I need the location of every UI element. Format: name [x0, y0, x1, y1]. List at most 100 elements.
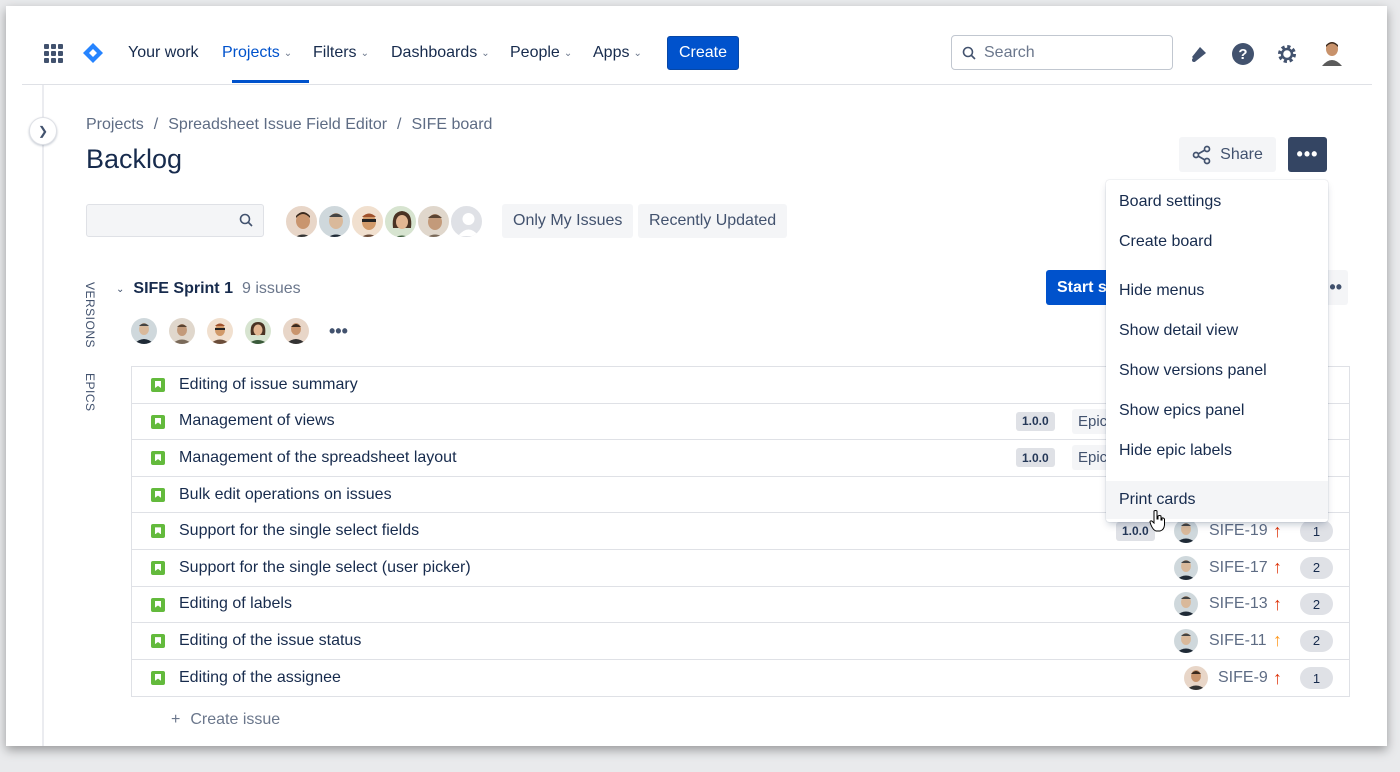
- nav-apps[interactable]: Apps ⌄: [593, 44, 642, 62]
- chevron-down-icon: ⌄: [360, 47, 369, 59]
- story-icon: [151, 634, 165, 649]
- page-title: Backlog: [86, 144, 183, 174]
- sidebar-rail: [42, 85, 44, 746]
- issue-summary: Editing of issue summary: [179, 375, 358, 393]
- assignee-avatar[interactable]: [1174, 555, 1198, 580]
- menu-item-board-settings[interactable]: Board settings: [1106, 183, 1328, 221]
- assignee-avatar[interactable]: [317, 204, 352, 239]
- issue-summary: Support for the single select fields: [179, 522, 420, 540]
- search-input[interactable]: Search: [951, 35, 1173, 70]
- create-issue-link[interactable]: + Create issue: [171, 711, 280, 729]
- menu-item-show-detail-view[interactable]: Show detail view: [1106, 312, 1328, 350]
- nav-your-work[interactable]: Your work: [128, 44, 199, 62]
- assignee-avatar[interactable]: [350, 204, 385, 239]
- issue-row[interactable]: Support for the single select (user pick…: [132, 550, 1349, 587]
- chevron-right-icon: ❯: [37, 124, 49, 138]
- menu-item-hide-menus[interactable]: Hide menus: [1106, 272, 1328, 310]
- issue-row[interactable]: Editing of the assignee SIFE-9 ↑ 1: [132, 660, 1349, 697]
- menu-item-show-epics-panel[interactable]: Show epics panel: [1106, 392, 1328, 430]
- sprint-name: SIFE Sprint 1: [133, 280, 233, 297]
- unassigned-avatar[interactable]: [449, 204, 484, 239]
- assignee-avatar[interactable]: [283, 318, 309, 344]
- issue-key[interactable]: SIFE-11: [1209, 632, 1267, 650]
- issue-summary: Management of the spreadsheet layout: [179, 448, 457, 466]
- help-icon[interactable]: ?: [1231, 42, 1255, 66]
- assignee-avatar[interactable]: [1174, 519, 1198, 544]
- plus-icon: +: [171, 711, 181, 728]
- top-navigation: Your work Projects ⌄ Filters ⌄ Dashboards ⌄…: [22, 6, 1372, 85]
- issue-summary: Bulk edit operations on issues: [179, 485, 392, 503]
- priority-high-icon: ↑: [1273, 667, 1282, 688]
- menu-item-show-versions-panel[interactable]: Show versions panel: [1106, 352, 1328, 390]
- more-icon: ••: [1329, 277, 1342, 297]
- assignee-avatar[interactable]: [207, 318, 233, 344]
- nav-people[interactable]: People ⌄: [510, 44, 572, 62]
- issue-summary: Editing of the assignee: [179, 669, 341, 687]
- assignee-filter: [284, 204, 484, 239]
- assignee-avatar[interactable]: [169, 318, 195, 344]
- chevron-down-icon[interactable]: ⌄: [116, 284, 124, 295]
- assignee-avatar[interactable]: [1174, 628, 1198, 653]
- assignee-avatar[interactable]: [284, 204, 319, 239]
- sprint-header: ⌄ SIFE Sprint 1 9 issues: [116, 280, 301, 298]
- issue-summary: Editing of labels: [179, 595, 292, 613]
- more-actions-button[interactable]: •••: [1288, 137, 1327, 172]
- create-button[interactable]: Create: [667, 36, 739, 70]
- menu-item-print-cards[interactable]: Print cards: [1106, 481, 1328, 519]
- more-icon: •••: [1296, 144, 1319, 164]
- priority-high-icon: ↑: [1273, 593, 1282, 614]
- board-search-input[interactable]: [86, 204, 264, 237]
- story-points-badge: 2: [1300, 629, 1333, 652]
- search-icon: [239, 213, 253, 227]
- app-switcher-icon[interactable]: [44, 44, 63, 63]
- search-placeholder: Search: [984, 43, 1035, 61]
- share-button[interactable]: Share: [1179, 137, 1276, 172]
- assignee-avatar[interactable]: [1184, 666, 1208, 691]
- fix-version-badge: 1.0.0: [1016, 411, 1055, 431]
- recently-updated-filter[interactable]: Recently Updated: [638, 204, 788, 238]
- issue-key[interactable]: SIFE-19: [1209, 522, 1268, 540]
- issue-key[interactable]: SIFE-9: [1218, 669, 1268, 687]
- priority-medium-icon: ↑: [1273, 630, 1282, 651]
- assignee-avatar[interactable]: [131, 318, 157, 344]
- search-icon: [962, 46, 976, 60]
- create-issue-label: Create issue: [190, 711, 281, 728]
- issue-key[interactable]: SIFE-13: [1209, 595, 1268, 613]
- story-points-badge: 1: [1300, 667, 1333, 690]
- breadcrumb-project[interactable]: Spreadsheet Issue Field Editor: [168, 116, 387, 134]
- menu-item-hide-epic-labels[interactable]: Hide epic labels: [1106, 432, 1328, 470]
- more-assignees-icon[interactable]: •••: [329, 321, 348, 342]
- breadcrumb-projects[interactable]: Projects: [86, 116, 144, 134]
- issue-key[interactable]: SIFE-17: [1209, 559, 1268, 577]
- issue-summary: Editing of the issue status: [179, 631, 362, 649]
- expand-sidebar-button[interactable]: ❯: [29, 117, 57, 145]
- epics-panel-tab[interactable]: EPICS: [83, 373, 97, 412]
- chevron-down-icon: ⌄: [283, 47, 293, 59]
- notifications-icon[interactable]: [1187, 42, 1211, 66]
- story-icon: [151, 487, 165, 502]
- only-my-issues-filter[interactable]: Only My Issues: [502, 204, 634, 238]
- story-points-badge: 2: [1300, 556, 1333, 579]
- fix-version-badge: 1.0.0: [1016, 448, 1055, 468]
- svg-text:?: ?: [1238, 46, 1247, 63]
- nav-dashboards[interactable]: Dashboards ⌄: [391, 44, 490, 62]
- assignee-avatar[interactable]: [245, 318, 271, 344]
- issue-summary: Support for the single select (user pick…: [179, 558, 471, 576]
- issue-row[interactable]: Editing of labels SIFE-13 ↑ 2: [132, 587, 1349, 624]
- assignee-avatar[interactable]: [1174, 592, 1198, 617]
- assignee-avatar[interactable]: [416, 204, 451, 239]
- breadcrumb-separator: /: [397, 116, 402, 133]
- hand-cursor-icon: [1149, 510, 1165, 532]
- breadcrumb-board[interactable]: SIFE board: [412, 116, 493, 134]
- breadcrumb: Projects / Spreadsheet Issue Field Edito…: [86, 116, 492, 134]
- nav-projects[interactable]: Projects ⌄: [222, 44, 292, 62]
- versions-panel-tab[interactable]: VERSIONS: [83, 282, 97, 348]
- issue-row[interactable]: Editing of the issue status SIFE-11 ↑ 2: [132, 623, 1349, 660]
- menu-item-create-board[interactable]: Create board: [1106, 223, 1328, 261]
- jira-logo-icon[interactable]: [82, 42, 104, 64]
- assignee-avatar[interactable]: [383, 204, 418, 239]
- nav-filters[interactable]: Filters ⌄: [313, 44, 369, 62]
- settings-icon[interactable]: [1275, 42, 1299, 66]
- profile-avatar[interactable]: [1320, 40, 1344, 66]
- share-label: Share: [1220, 145, 1263, 163]
